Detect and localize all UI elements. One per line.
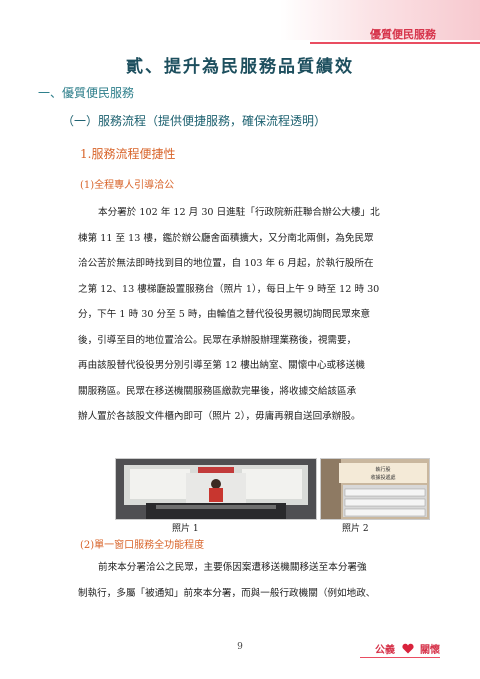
footer-divider: [360, 657, 440, 658]
photo-2-sign-line: 執行股: [375, 466, 390, 473]
paragraph-line: 之第 12、13 樓梯廳設置服務台（照片 1），每日上午 9 時至 12 時 3…: [78, 283, 380, 295]
footer-motto-right: 關懷: [420, 645, 440, 656]
paragraph-line: 關服務區。民眾在移送機關服務區繳款完畢後，將收據交給該區承: [78, 385, 357, 397]
paragraph-line: 辦人置於各該股文件櫃內即可（照片 2），毋庸再親自送回承辦股。: [78, 411, 361, 422]
photo-2-caption: 照片 2: [342, 524, 369, 534]
paragraph-line: 棟第 11 至 13 樓，鑑於辦公廳舍面積擴大，又分南北兩側，為免民眾: [78, 232, 374, 244]
footer-motto: 公義 關懷: [375, 641, 440, 656]
photo-2-sign-line: 收據投遞處: [370, 474, 395, 481]
section-heading-3: 1.服務流程便捷性: [80, 147, 176, 161]
photo-2: 執行股 收據投遞處: [320, 458, 430, 520]
paragraph-line: 本分署於 102 年 12 月 30 日進駐「行政院新莊聯合辦公大樓」北: [98, 207, 380, 218]
page-title: 貳、提升為民服務品質績效: [126, 57, 354, 77]
section-heading-2: （一）服務流程（提供便捷服務，確保流程透明）: [62, 114, 327, 128]
photo-1-caption: 照片 1: [172, 524, 199, 534]
footer-motto-left: 公義: [375, 645, 396, 656]
subsection-heading-2: (2)單一窗口服務全功能程度: [80, 540, 205, 551]
paragraph-line: 再由該股替代役役男分別引導至第 12 樓出納室、關懷中心或移送機: [78, 360, 365, 371]
heart-icon: [401, 643, 414, 654]
section-heading-1: 一、優質便民服務: [38, 86, 135, 100]
header-section-label: 優質便民服務: [370, 28, 436, 41]
photo-1: [115, 458, 317, 520]
paragraph-line: 後，引導至目的地位置洽公。民眾在承辦股辦理業務後，視需要，: [78, 334, 357, 346]
paragraph-line: 前來本分署洽公之民眾，主要係因案遭移送機關移送至本分署強: [98, 562, 367, 573]
paragraph-1: 本分署於 102 年 12 月 30 日進駐「行政院新莊聯合辦公大樓」北 棟第 …: [78, 200, 438, 430]
photo-1-image: [116, 459, 316, 519]
subsection-heading-1: (1)全程專人引導洽公: [80, 180, 175, 191]
paragraph-line: 制執行，多屬「被通知」前來本分署，而與一般行政機關（例如地政、: [78, 587, 376, 599]
paragraph-line: 洽公苦於無法即時找到目的地位置，自 103 年 6 月起，於執行股所在: [78, 258, 374, 269]
photo-2-image: 執行股 收據投遞處: [321, 459, 429, 519]
header-divider: [310, 42, 480, 44]
paragraph-2: 前來本分署洽公之民眾，主要係因案遭移送機關移送至本分署強 制執行，多屬「被通知」…: [78, 555, 438, 606]
paragraph-line: 分，下午 1 時 30 分至 5 時，由輪值之替代役役男親切詢問民眾來意: [78, 309, 371, 320]
